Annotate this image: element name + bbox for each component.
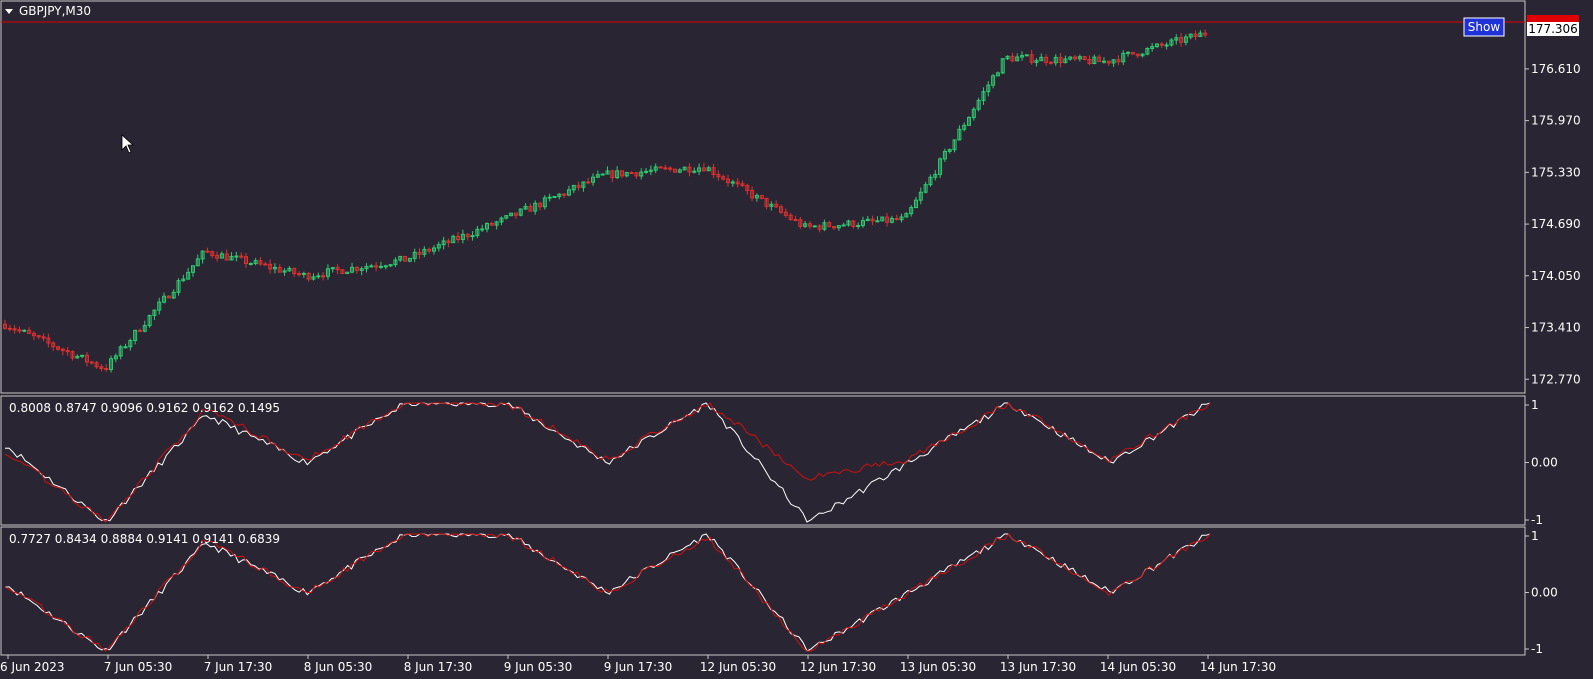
- symbol-label: GBPJPY,M30: [19, 4, 91, 18]
- bull-candle: [812, 225, 817, 228]
- time-tick-label: 12 Jun 17:30: [800, 660, 876, 674]
- bull-candle: [407, 257, 412, 263]
- bear-candle: [1130, 51, 1135, 55]
- price-tick-label: 175.330: [1531, 165, 1581, 179]
- time-tick-label: 13 Jun 05:30: [900, 660, 976, 674]
- time-tick-label: 8 Jun 05:30: [304, 660, 373, 674]
- bull-candle: [552, 195, 557, 198]
- canvas-background: [0, 0, 1593, 679]
- indicator2-axis-label: -1: [1531, 642, 1543, 656]
- current-price-marker: [1527, 15, 1579, 22]
- indicator2-axis-label: 1: [1531, 529, 1539, 543]
- price-tick-label: 174.050: [1531, 269, 1581, 283]
- bull-candle: [509, 212, 514, 217]
- current-price-value: 177.306: [1528, 22, 1578, 36]
- time-tick-label: 6 Jun 2023: [0, 660, 65, 674]
- bull-candle: [518, 208, 523, 217]
- time-tick-label: 8 Jun 17:30: [404, 660, 473, 674]
- bear-candle: [672, 168, 677, 173]
- time-tick-label: 14 Jun 17:30: [1200, 660, 1276, 674]
- bull-candle: [345, 271, 350, 275]
- time-tick-label: 7 Jun 05:30: [104, 660, 173, 674]
- chart-canvas: 176.610 175.970 175.330 174.690 174.050 173.4…: [0, 0, 1593, 679]
- bull-candle: [846, 219, 851, 227]
- bull-candle: [682, 166, 687, 171]
- show-button[interactable]: Show: [1463, 17, 1505, 37]
- show-button-label: Show: [1468, 20, 1501, 34]
- time-tick-label: 7 Jun 17:30: [204, 660, 273, 674]
- bear-candle: [1082, 56, 1087, 61]
- indicator1-axis-label: 0.00: [1531, 456, 1558, 470]
- indicator2-axis-label: 0.00: [1531, 586, 1558, 600]
- bull-candle: [147, 314, 152, 328]
- bull-candle: [880, 216, 885, 222]
- price-tick-label: 172.770: [1531, 372, 1581, 386]
- bear-candle: [403, 255, 408, 262]
- bull-candle: [451, 234, 456, 244]
- time-tick-label: 13 Jun 17:30: [1000, 660, 1076, 674]
- indicator2-values: 0.7727 0.8434 0.8884 0.9141 0.9141 0.683…: [9, 532, 280, 546]
- time-tick-label: 9 Jun 05:30: [504, 660, 573, 674]
- price-tick-label: 174.690: [1531, 217, 1581, 231]
- bull-candle: [967, 116, 971, 126]
- price-tick-label: 173.410: [1531, 321, 1581, 335]
- bull-candle: [1024, 54, 1029, 57]
- indicator1-axis-label: 1: [1531, 398, 1539, 412]
- bull-candle: [1145, 47, 1150, 56]
- indicator1-axis-label: -1: [1531, 513, 1543, 527]
- bull-candle: [600, 173, 605, 176]
- bull-candle: [1000, 58, 1005, 75]
- bear-candle: [340, 269, 345, 275]
- price-tick-label: 176.610: [1531, 62, 1581, 76]
- time-tick-label: 12 Jun 05:30: [700, 660, 776, 674]
- time-tick-label: 9 Jun 17:30: [604, 660, 673, 674]
- time-tick-label: 14 Jun 05:30: [1100, 660, 1176, 674]
- price-tick-label: 175.970: [1531, 114, 1581, 128]
- indicator1-values: 0.8008 0.8747 0.9096 0.9162 0.9162 0.149…: [9, 401, 280, 415]
